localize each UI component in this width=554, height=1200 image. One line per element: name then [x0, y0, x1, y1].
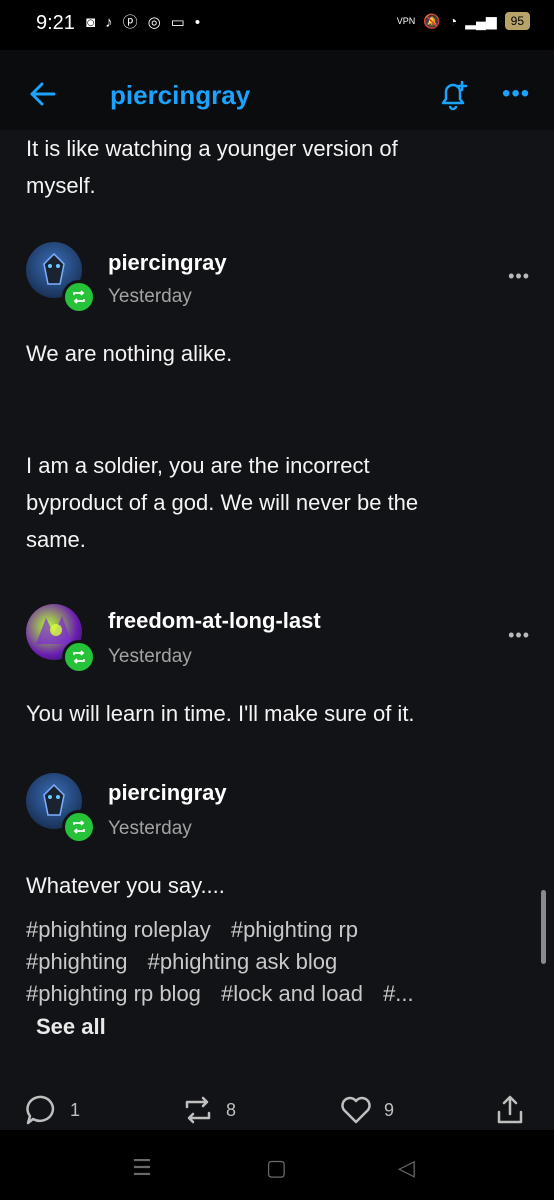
post-actions: 1 8 9: [0, 1080, 554, 1140]
timestamp: Yesterday: [108, 818, 192, 839]
home-icon[interactable]: ▢: [266, 1155, 287, 1181]
back-nav-icon[interactable]: ◁: [398, 1155, 415, 1181]
reblog-badge-icon: [62, 280, 96, 314]
tag-link[interactable]: #lock and load: [221, 981, 363, 1006]
reblog-count: 8: [226, 1099, 237, 1120]
app-header: piercingray •••: [0, 50, 554, 130]
wifi-icon: ◔: [448, 13, 458, 29]
reply-button[interactable]: 1: [24, 1092, 80, 1128]
reblog-button[interactable]: 8: [180, 1092, 236, 1128]
tag-link[interactable]: #...: [383, 981, 414, 1006]
entry-more-icon[interactable]: •••: [508, 625, 530, 646]
share-button[interactable]: [492, 1092, 528, 1128]
mute-icon: 🔕: [423, 12, 441, 29]
follow-notification-bell-icon[interactable]: [436, 78, 470, 112]
status-bar: 9:21 ◙ ♪ ⓟ ◎ ▭ • VPN 🔕 ◔ ▂▄▆ 95: [0, 0, 554, 50]
scrollbar[interactable]: [541, 890, 546, 964]
tag-link[interactable]: #phighting rp: [231, 917, 358, 942]
post-text: You will learn in time. I'll make sure o…: [26, 701, 415, 726]
username[interactable]: freedom-at-long-last: [108, 608, 321, 634]
tag-list: #phighting roleplay #phighting rp #phigh…: [26, 914, 514, 1010]
post-text-intro: It is like watching a younger version of…: [26, 136, 398, 198]
more-options-icon[interactable]: •••: [502, 80, 530, 108]
discord-icon: ◙: [86, 14, 96, 31]
post-text: I am a soldier, you are the incorrect by…: [26, 453, 419, 552]
tag-link[interactable]: #phighting: [26, 949, 128, 974]
see-all-tags-button[interactable]: See all: [36, 1014, 106, 1040]
reply-count: 1: [70, 1099, 81, 1120]
like-count: 9: [384, 1099, 395, 1120]
reblog-icon: [185, 1096, 211, 1124]
status-time: 9:21: [36, 12, 75, 34]
entry-more-icon[interactable]: •••: [508, 266, 530, 287]
tiktok-icon: ♪: [105, 14, 113, 31]
signal-icon: ▂▄▆: [465, 12, 497, 29]
back-arrow-icon[interactable]: [28, 80, 56, 113]
like-button[interactable]: 9: [338, 1092, 394, 1128]
system-nav-bar: ☰ ▢ ◁: [0, 1140, 554, 1200]
reblog-badge-icon: [62, 640, 96, 674]
username[interactable]: piercingray: [108, 780, 227, 806]
tag-link[interactable]: #phighting roleplay: [26, 917, 211, 942]
share-icon: [497, 1095, 523, 1124]
reblog-badge-icon: [62, 810, 96, 844]
tag-link[interactable]: #phighting ask blog: [148, 949, 338, 974]
instagram-icon: ◎: [147, 14, 161, 31]
recent-apps-icon[interactable]: ☰: [132, 1155, 152, 1181]
heart-icon: [341, 1096, 371, 1124]
notification-dot-icon: •: [194, 14, 201, 31]
battery-icon: 95: [504, 12, 530, 30]
pinterest-icon: ⓟ: [122, 14, 138, 31]
reply-icon: [26, 1095, 55, 1125]
username[interactable]: piercingray: [108, 250, 227, 276]
blog-title[interactable]: piercingray: [110, 80, 250, 111]
vpn-icon: VPN: [396, 16, 416, 26]
tag-link[interactable]: #phighting rp blog: [26, 981, 201, 1006]
post-text: We are nothing alike.: [26, 341, 233, 366]
video-icon: ▭: [170, 14, 185, 31]
post-content: It is like watching a younger version of…: [0, 130, 554, 1130]
timestamp: Yesterday: [108, 646, 192, 667]
post-text: Whatever you say....: [26, 873, 225, 898]
timestamp: Yesterday: [108, 286, 192, 307]
